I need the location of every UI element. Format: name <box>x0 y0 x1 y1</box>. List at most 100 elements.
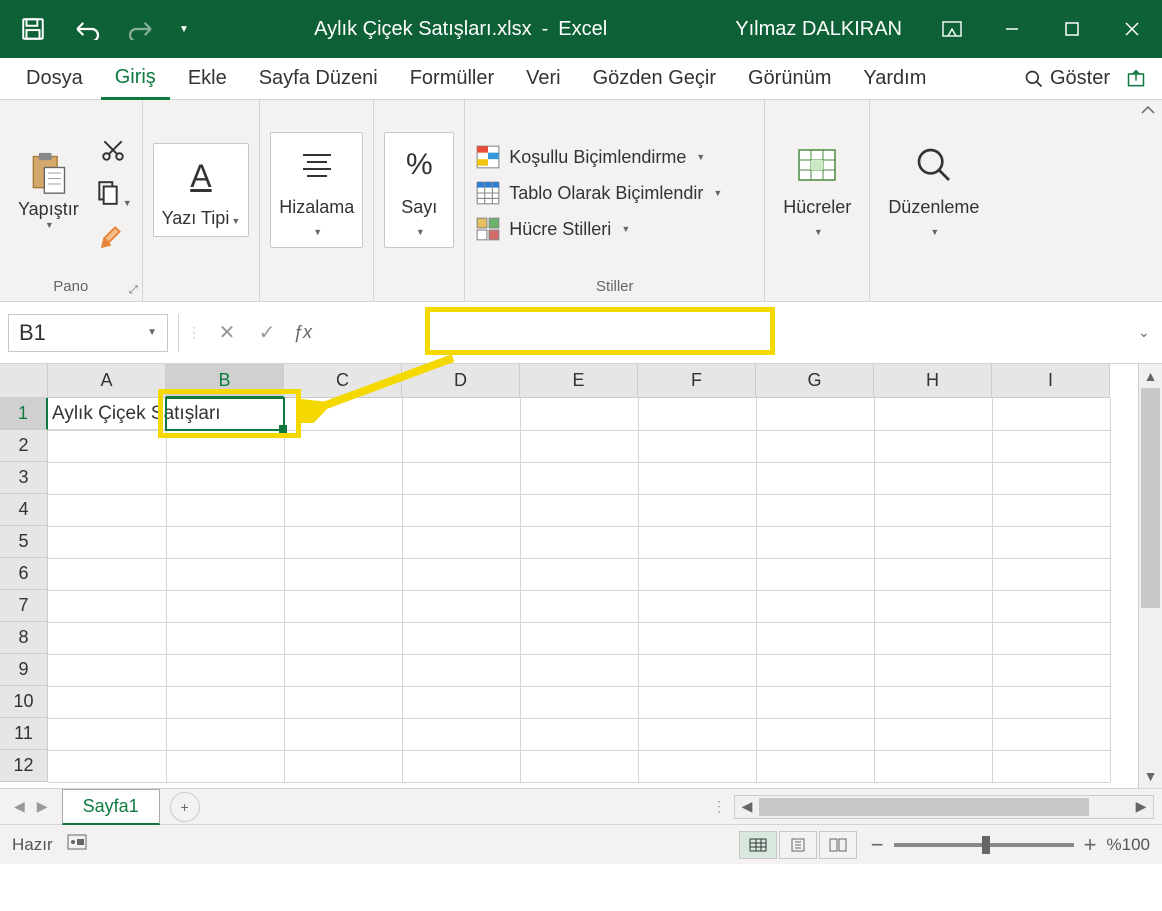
view-page-layout-button[interactable] <box>779 831 817 859</box>
view-buttons <box>739 831 857 859</box>
qat-customize-dropdown[interactable]: ▼ <box>172 6 196 52</box>
horizontal-scrollbar[interactable]: ◀ ▶ <box>734 795 1154 819</box>
zoom-slider-thumb[interactable] <box>982 836 990 854</box>
group-alignment: Hizalama▼ . <box>260 100 374 301</box>
col-header-D[interactable]: D <box>402 364 520 398</box>
cells-area[interactable]: Aylık Çiçek Satışları <box>48 398 1110 782</box>
row-header-3[interactable]: 3 <box>0 462 48 494</box>
number-format-button[interactable]: % Sayı▼ <box>384 132 454 247</box>
new-sheet-button[interactable]: + <box>170 792 200 822</box>
row-header-8[interactable]: 8 <box>0 622 48 654</box>
zoom-in-button[interactable]: + <box>1084 832 1097 858</box>
window-title: Aylık Çiçek Satışları.xlsx - Excel <box>206 18 715 41</box>
formula-bar: B1 ▼ ⋮ ✕ ✓ ƒx ⌄ <box>0 302 1162 364</box>
row-header-7[interactable]: 7 <box>0 590 48 622</box>
cell-A1[interactable]: Aylık Çiçek Satışları <box>48 398 284 430</box>
formula-input[interactable] <box>318 314 1138 352</box>
col-header-F[interactable]: F <box>638 364 756 398</box>
paste-label: Yapıştır <box>18 199 79 220</box>
clipboard-dialog-launcher[interactable]: ⤢ <box>129 284 138 297</box>
sheet-nav-next[interactable]: ▶ <box>37 798 48 815</box>
alignment-button[interactable]: Hizalama▼ <box>270 132 363 247</box>
quick-access-toolbar: ▼ <box>0 6 206 52</box>
sheet-nav-prev[interactable]: ◀ <box>14 798 25 815</box>
status-ready: Hazır <box>12 835 53 855</box>
tab-data[interactable]: Veri <box>512 59 574 98</box>
vscroll-thumb[interactable] <box>1141 388 1160 608</box>
col-header-I[interactable]: I <box>992 364 1110 398</box>
minimize-button[interactable] <box>982 0 1042 58</box>
number-label: Sayı <box>401 197 437 217</box>
col-header-A[interactable]: A <box>48 364 166 398</box>
tell-me-search[interactable]: Göster <box>1024 67 1110 90</box>
scroll-down-button[interactable]: ▼ <box>1139 764 1162 788</box>
tab-file[interactable]: Dosya <box>12 59 97 98</box>
maximize-button[interactable] <box>1042 0 1102 58</box>
save-button[interactable] <box>10 6 56 52</box>
tab-insert[interactable]: Ekle <box>174 59 241 98</box>
col-header-H[interactable]: H <box>874 364 992 398</box>
macro-record-icon[interactable] <box>67 834 87 855</box>
copy-button[interactable]: ▼ <box>95 180 132 209</box>
cell-styles-button[interactable]: Hücre Stilleri▼ <box>475 216 754 242</box>
cancel-formula-button[interactable]: ✕ <box>207 314 247 352</box>
insert-function-button[interactable]: ƒx <box>287 322 318 343</box>
redo-button[interactable] <box>118 6 164 52</box>
row-header-2[interactable]: 2 <box>0 430 48 462</box>
tab-home[interactable]: Giriş <box>101 58 170 100</box>
row-header-5[interactable]: 5 <box>0 526 48 558</box>
row-header-6[interactable]: 6 <box>0 558 48 590</box>
name-box[interactable]: B1 ▼ <box>8 314 168 352</box>
scroll-up-button[interactable]: ▲ <box>1139 364 1162 388</box>
undo-button[interactable] <box>64 6 110 52</box>
col-header-E[interactable]: E <box>520 364 638 398</box>
col-header-B[interactable]: B <box>166 364 284 398</box>
tab-review[interactable]: Gözden Geçir <box>579 59 730 98</box>
row-header-11[interactable]: 11 <box>0 718 48 750</box>
col-header-C[interactable]: C <box>284 364 402 398</box>
zoom-level[interactable]: %100 <box>1107 835 1150 855</box>
font-button[interactable]: A Yazı Tipi▼ <box>153 143 250 237</box>
document-name: Aylık Çiçek Satışları.xlsx <box>314 18 531 41</box>
format-as-table-button[interactable]: Tablo Olarak Biçimlendir▼ <box>475 180 754 206</box>
group-editing: Düzenleme▼ . <box>870 100 997 301</box>
scroll-right-button[interactable]: ▶ <box>1129 798 1153 815</box>
vertical-scrollbar[interactable]: ▲ ▼ <box>1138 364 1162 788</box>
tab-view[interactable]: Görünüm <box>734 59 845 98</box>
group-label-styles: Stiller <box>596 274 634 297</box>
row-header-9[interactable]: 9 <box>0 654 48 686</box>
collapse-ribbon-button[interactable] <box>1140 104 1156 120</box>
format-painter-button[interactable] <box>100 223 126 252</box>
cells-button[interactable]: Hücreler▼ <box>775 133 859 246</box>
tab-page-layout[interactable]: Sayfa Düzeni <box>245 59 392 98</box>
close-button[interactable] <box>1102 0 1162 58</box>
cut-button[interactable] <box>100 137 126 166</box>
tab-help[interactable]: Yardım <box>849 59 940 98</box>
row-header-1[interactable]: 1 <box>0 398 48 430</box>
view-normal-button[interactable] <box>739 831 777 859</box>
scroll-left-button[interactable]: ◀ <box>735 798 759 815</box>
col-header-G[interactable]: G <box>756 364 874 398</box>
view-page-break-button[interactable] <box>819 831 857 859</box>
zoom-slider[interactable] <box>894 843 1074 847</box>
spreadsheet-grid[interactable]: A B C D E F G H I 1 2 3 4 5 6 7 8 9 <box>0 364 1162 788</box>
enter-formula-button[interactable]: ✓ <box>247 314 287 352</box>
ribbon-display-options-button[interactable] <box>922 0 982 58</box>
name-box-value: B1 <box>19 320 46 346</box>
cells-label: Hücreler <box>783 197 851 217</box>
expand-formula-bar-button[interactable]: ⌄ <box>1138 324 1162 341</box>
row-header-12[interactable]: 12 <box>0 750 48 782</box>
tab-formulas[interactable]: Formüller <box>396 59 508 98</box>
row-header-10[interactable]: 10 <box>0 686 48 718</box>
zoom-out-button[interactable]: − <box>871 832 884 858</box>
hscroll-thumb[interactable] <box>759 798 1089 816</box>
conditional-formatting-button[interactable]: Koşullu Biçimlendirme▼ <box>475 144 754 170</box>
share-button[interactable] <box>1122 65 1150 93</box>
sheet-tab-active[interactable]: Sayfa1 <box>62 789 160 825</box>
select-all-button[interactable] <box>0 364 48 398</box>
paste-button[interactable]: Yapıştır▼ <box>10 143 87 238</box>
editing-button[interactable]: Düzenleme▼ <box>880 133 987 246</box>
format-as-table-label: Tablo Olarak Biçimlendir <box>509 183 703 204</box>
row-header-4[interactable]: 4 <box>0 494 48 526</box>
sheet-tab-split[interactable]: ⋮ <box>704 798 734 815</box>
